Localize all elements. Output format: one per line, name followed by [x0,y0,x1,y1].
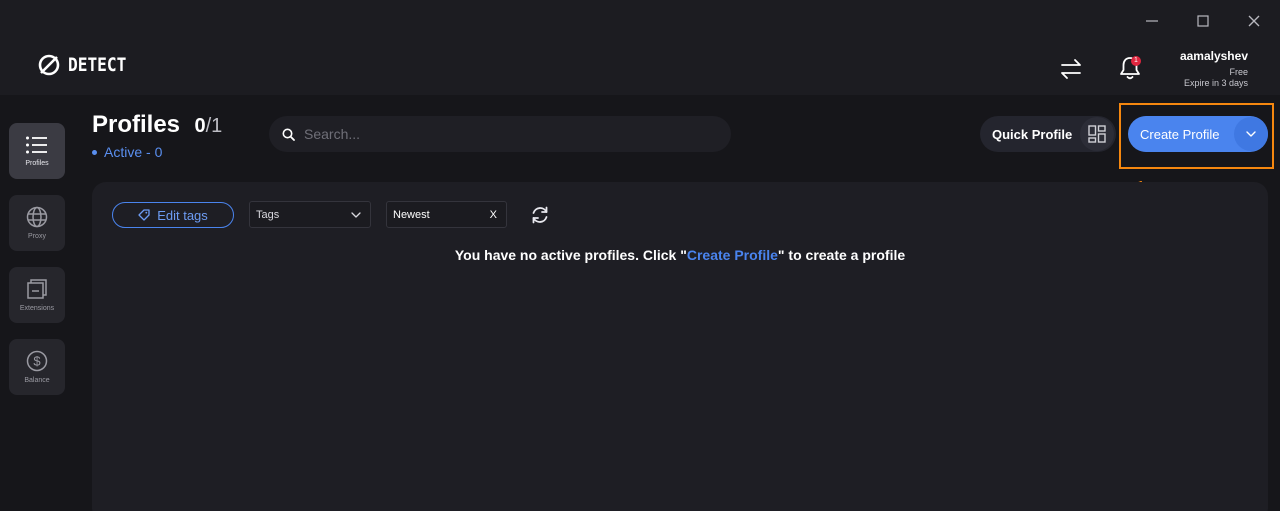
grid-view-button[interactable] [1080,117,1114,151]
sidebar-item-label: Extensions [19,305,55,312]
profile-count-current: 0 [194,115,206,137]
svg-text:$: $ [33,354,41,369]
sort-select-value: Newest [393,208,430,221]
sidebar-item-extensions[interactable]: Extensions [9,267,65,323]
status-dot [92,149,97,155]
logo: DETECT [37,53,137,77]
profile-count-max: /1 [205,115,223,137]
list-icon [26,136,47,154]
sidebar-item-balance[interactable]: $ Balance [9,339,65,395]
sort-select[interactable]: Newest X [386,201,507,228]
chevron-down-icon [351,211,361,218]
chevron-down-icon [1246,131,1256,137]
sidebar-item-proxy[interactable]: Proxy [9,195,65,251]
close-icon[interactable] [1243,10,1265,32]
empty-state-suffix: " to create a profile [777,247,906,263]
empty-state-prefix: You have no active profiles. Click " [454,247,687,263]
create-profile-group: Create Profile [1128,116,1268,152]
profiles-panel [92,182,1268,511]
dollar-icon: $ [26,350,48,372]
app-window: DETECT 1 aamalyshev Free Expire in 3 day… [0,0,1280,511]
active-profiles-status: Active - 0 [92,144,162,160]
sidebar-item-profiles[interactable]: Profiles [9,123,65,179]
minimize-icon[interactable] [1141,10,1163,32]
search-box[interactable] [269,116,731,152]
refresh-button[interactable] [529,204,551,226]
create-profile-link[interactable]: Create Profile [687,247,778,263]
search-icon [282,128,295,141]
sidebar-item-label: Profiles [25,160,49,167]
extensions-icon [27,279,47,299]
edit-tags-label: Edit tags [157,207,208,223]
notification-badge: 1 [1131,56,1141,66]
edit-tags-button[interactable]: Edit tags [112,202,234,228]
user-expire: Expire in 3 days [1183,78,1248,88]
tag-icon [138,209,150,221]
swap-arrows-icon[interactable] [1058,56,1084,82]
user-info[interactable]: aamalyshev Free Expire in 3 days [1180,49,1248,88]
sidebar-item-label: Balance [24,377,50,384]
tags-select[interactable]: Tags [249,201,371,228]
empty-state-message: You have no active profiles. Click "Crea… [0,247,1280,263]
page-header: Profiles 0/1 [92,111,222,139]
user-plan: Free [1229,67,1248,77]
page-title: Profiles [92,111,181,138]
tags-select-label: Tags [256,208,280,221]
search-input[interactable] [304,126,704,142]
quick-profile-button[interactable]: Quick Profile [980,127,1080,142]
maximize-icon[interactable] [1192,10,1214,32]
logo-icon [38,54,60,76]
sort-clear-button[interactable]: X [490,209,497,221]
quick-profile-group: Quick Profile [980,116,1116,152]
sidebar-item-label: Proxy [28,233,46,240]
profile-count: 0/1 [194,115,222,138]
create-profile-dropdown[interactable] [1234,117,1268,151]
grid-icon [1088,125,1106,143]
notifications-button[interactable]: 1 [1117,54,1145,82]
create-profile-button[interactable]: Create Profile [1128,127,1232,142]
refresh-icon [532,206,548,224]
user-name: aamalyshev [1179,49,1248,63]
globe-icon [26,206,48,228]
active-count-label: Active - 0 [104,144,163,160]
logo-text: DETECT [68,54,127,76]
